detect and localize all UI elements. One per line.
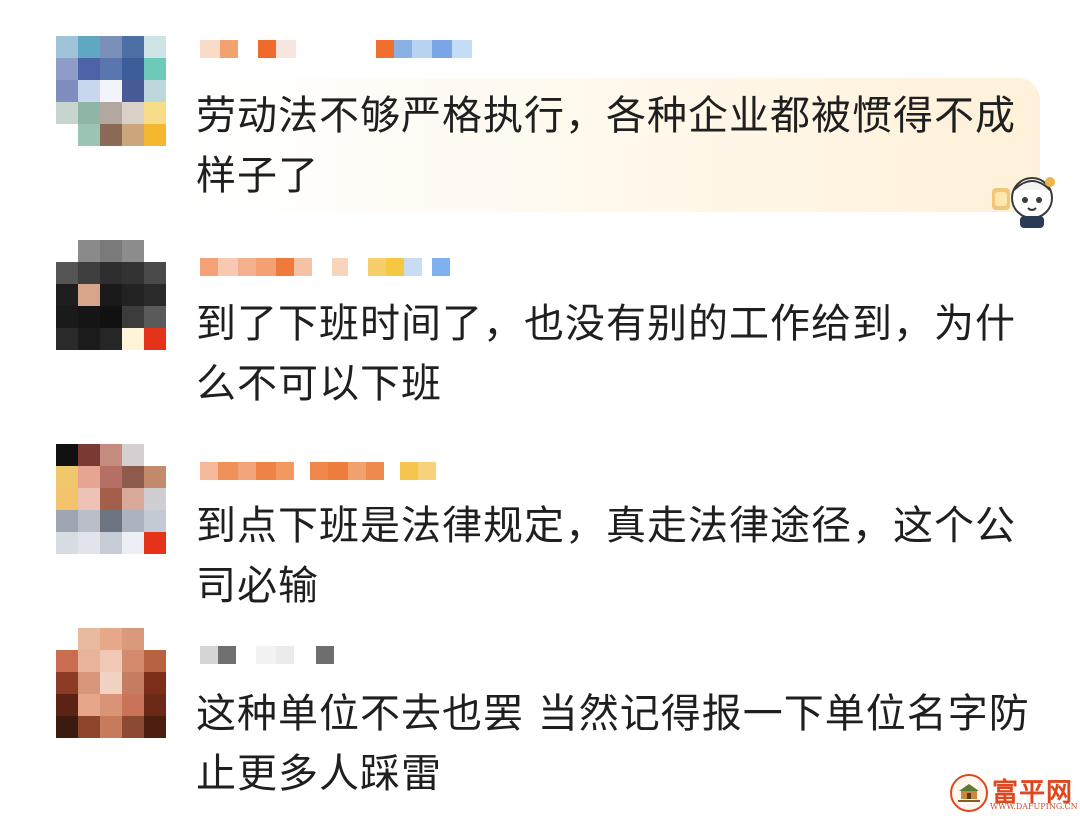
site-url: WWW.DAFUPING.CN <box>990 802 1078 811</box>
username-pixelated[interactable] <box>200 646 334 664</box>
avatar[interactable] <box>56 240 166 350</box>
username-pixelated[interactable] <box>200 462 436 480</box>
chibi-character-sticker <box>992 177 1055 228</box>
comment-text: 到点下班是法律规定，真走法律途径，这个公司必输 <box>196 503 1016 609</box>
comment-list: 劳动法不够严格执行，各种企业都被惯得不成样子了 到了下班时间了，也没有别的工作给… <box>0 0 1080 818</box>
avatar[interactable] <box>56 36 166 146</box>
site-logo-icon <box>950 774 988 812</box>
avatar[interactable] <box>56 444 166 554</box>
site-watermark: 富平网 WWW.DAFUPING.CN <box>950 774 1078 816</box>
comment-text: 劳动法不够严格执行，各种企业都被惯得不成样子了 <box>196 93 1016 199</box>
username-pixelated[interactable] <box>200 40 472 58</box>
comment-text: 到了下班时间了，也没有别的工作给到，为什么不可以下班 <box>196 301 1016 407</box>
avatar[interactable] <box>56 628 166 738</box>
comment-text: 这种单位不去也罢 当然记得报一下单位名字防止更多人踩雷 <box>196 691 1030 797</box>
username-pixelated[interactable] <box>200 258 450 276</box>
